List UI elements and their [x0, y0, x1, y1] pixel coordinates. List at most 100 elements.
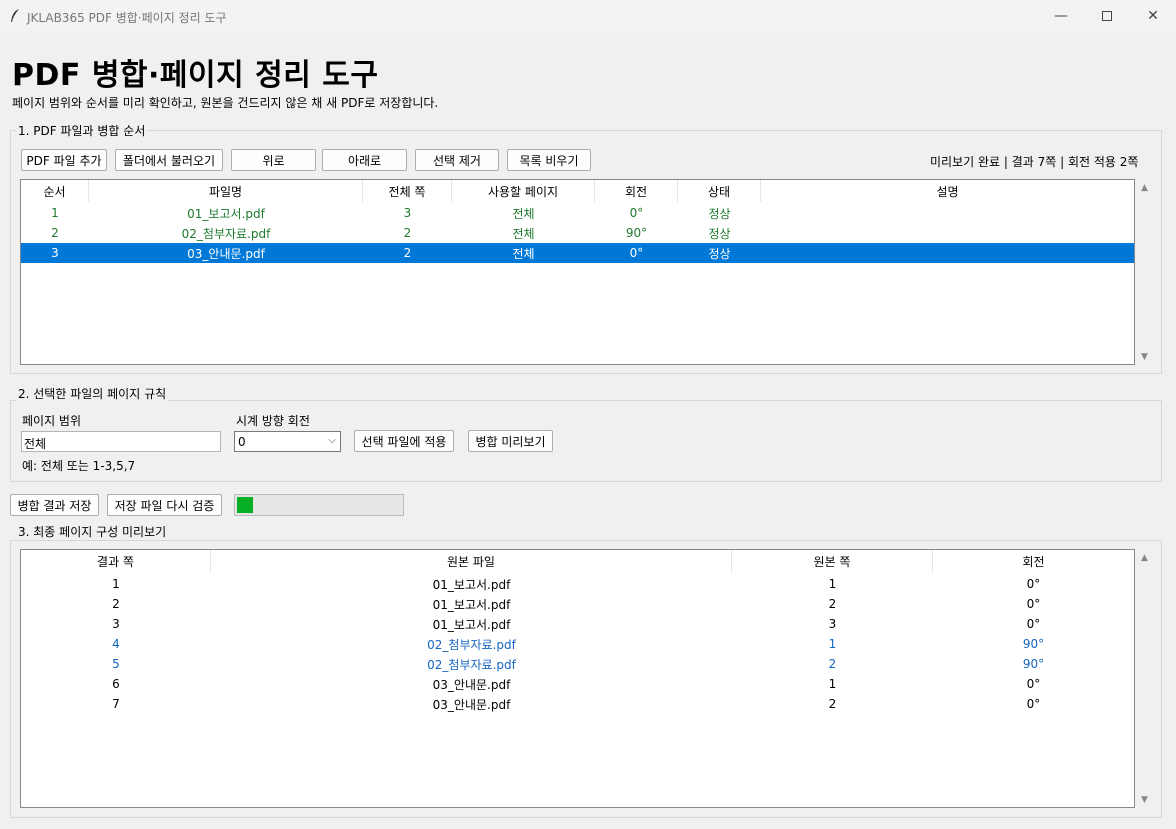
table-row[interactable]: 5 02_첨부자료.pdf 2 90° — [21, 654, 1134, 674]
table-row[interactable]: 1 01_보고서.pdf 3 전체 0° 정상 — [21, 203, 1134, 223]
maximize-button[interactable] — [1084, 0, 1130, 32]
cell-order: 3 — [51, 246, 59, 260]
table-row[interactable]: 2 02_첨부자료.pdf 2 전체 90° 정상 — [21, 223, 1134, 243]
move-up-button[interactable]: 위로 — [231, 149, 316, 171]
cell-rotation: 0° — [1026, 597, 1041, 611]
cell-order: 2 — [51, 226, 59, 240]
page-preview-list[interactable]: 결과 쪽 원본 파일 원본 쪽 회전 1 01_보고서.pdf 1 0° 2 01_보고서… — [20, 549, 1135, 808]
move-down-button[interactable]: 아래로 — [322, 149, 407, 171]
col-use-pages[interactable]: 사용할 페이지 — [452, 180, 595, 202]
cell-result-page: 7 — [112, 697, 120, 711]
file-list-header: 순서 파일명 전체 쪽 사용할 페이지 회전 상태 설명 — [21, 180, 1134, 202]
table-row[interactable]: 6 03_안내문.pdf 1 0° — [21, 674, 1134, 694]
cell-result-page: 4 — [112, 637, 120, 651]
chevron-down-icon[interactable]: ⌵ — [328, 435, 336, 446]
preview-list-scrollbar[interactable]: ▲ ▼ — [1136, 549, 1153, 808]
apply-selected-button[interactable]: 선택 파일에 적용 — [354, 430, 454, 452]
cell-source-page: 2 — [828, 657, 837, 671]
cell-rotation: 90° — [1022, 637, 1045, 651]
col-state[interactable]: 상태 — [678, 180, 761, 202]
scroll-down-icon[interactable]: ▼ — [1136, 348, 1153, 365]
cell-source-file: 02_첨부자료.pdf — [427, 657, 516, 672]
cell-result-page: 5 — [112, 657, 120, 671]
preview-list-header: 결과 쪽 원본 파일 원본 쪽 회전 — [21, 550, 1134, 572]
cell-state: 정상 — [708, 246, 731, 261]
page-range-hint: 예: 전체 또는 1-3,5,7 — [22, 459, 136, 473]
minimize-icon: — — [1054, 8, 1068, 24]
col-rotation[interactable]: 회전 — [933, 550, 1134, 572]
cell-source-file: 03_안내문.pdf — [432, 697, 511, 712]
cell-result-page: 6 — [112, 677, 120, 691]
scroll-up-icon[interactable]: ▲ — [1136, 179, 1153, 196]
close-icon: ✕ — [1147, 8, 1159, 24]
file-list-scrollbar[interactable]: ▲ ▼ — [1136, 179, 1153, 365]
section2-label: 2. 선택한 파일의 페이지 규칙 — [16, 385, 169, 402]
cell-rotation: 0° — [1026, 677, 1041, 691]
table-row[interactable]: 3 01_보고서.pdf 3 0° — [21, 614, 1134, 634]
cell-total: 2 — [403, 246, 412, 260]
rotation-label: 시계 방향 회전 — [236, 414, 310, 428]
page-range-label: 페이지 범위 — [22, 414, 82, 428]
cell-source-page: 3 — [828, 617, 837, 631]
cell-source-page: 1 — [828, 637, 837, 651]
section3-label: 3. 최종 페이지 구성 미리보기 — [16, 523, 169, 540]
table-row-selected[interactable]: 3 03_안내문.pdf 2 전체 0° 정상 — [21, 243, 1134, 263]
save-merge-button[interactable]: 병합 결과 저장 — [10, 494, 99, 516]
cell-pages: 전체 — [512, 226, 535, 241]
cell-result-page: 3 — [112, 617, 120, 631]
preview-status: 미리보기 완료 | 결과 7쪽 | 회전 적용 2쪽 — [930, 155, 1139, 169]
feather-icon — [11, 9, 19, 22]
cell-result-page: 1 — [112, 577, 120, 591]
rotation-select[interactable]: 0 ⌵ — [234, 431, 341, 452]
verify-file-button[interactable]: 저장 파일 다시 검증 — [107, 494, 222, 516]
cell-filename: 02_첨부자료.pdf — [181, 226, 271, 241]
window-title: JKLAB365 PDF 병합·페이지 정리 도구 — [27, 11, 227, 25]
scroll-up-icon[interactable]: ▲ — [1136, 549, 1153, 566]
cell-rotation: 90° — [625, 226, 648, 240]
cell-rotation: 0° — [1026, 697, 1041, 711]
file-list[interactable]: 순서 파일명 전체 쪽 사용할 페이지 회전 상태 설명 1 01_보고서.pd… — [20, 179, 1135, 365]
load-folder-button[interactable]: 폴더에서 불러오기 — [115, 149, 223, 171]
cell-rotation: 0° — [629, 246, 644, 260]
table-row[interactable]: 2 01_보고서.pdf 2 0° — [21, 594, 1134, 614]
col-result-page[interactable]: 결과 쪽 — [21, 550, 211, 572]
cell-state: 정상 — [708, 226, 731, 241]
cell-state: 정상 — [708, 206, 731, 221]
cell-source-page: 2 — [828, 697, 837, 711]
col-order[interactable]: 순서 — [21, 180, 89, 202]
cell-total: 3 — [403, 206, 412, 220]
col-filename[interactable]: 파일명 — [89, 180, 363, 202]
table-row[interactable]: 4 02_첨부자료.pdf 1 90° — [21, 634, 1134, 654]
title-bar: JKLAB365 PDF 병합·페이지 정리 도구 — ✕ — [0, 0, 1176, 32]
page-subtitle: 페이지 범위와 순서를 미리 확인하고, 원본을 건드리지 않은 채 새 PDF… — [12, 96, 439, 110]
cell-source-file: 01_보고서.pdf — [432, 597, 511, 612]
cell-source-file: 03_안내문.pdf — [432, 677, 511, 692]
clear-list-button[interactable]: 목록 비우기 — [507, 149, 591, 171]
rotation-value: 0 — [238, 434, 246, 449]
progress-fill — [237, 497, 253, 513]
col-total-pages[interactable]: 전체 쪽 — [363, 180, 452, 202]
cell-note — [761, 223, 1134, 243]
cell-source-file: 01_보고서.pdf — [432, 617, 511, 632]
col-source-page[interactable]: 원본 쪽 — [732, 550, 933, 572]
col-rotation[interactable]: 회전 — [595, 180, 678, 202]
cell-order: 1 — [51, 206, 59, 220]
minimize-button[interactable]: — — [1038, 0, 1084, 32]
close-button[interactable]: ✕ — [1130, 0, 1176, 32]
cell-rotation: 90° — [1022, 657, 1045, 671]
add-pdf-button[interactable]: PDF 파일 추가 — [21, 149, 107, 171]
scroll-down-icon[interactable]: ▼ — [1136, 791, 1153, 808]
col-source-file[interactable]: 원본 파일 — [211, 550, 732, 572]
merge-preview-button[interactable]: 병합 미리보기 — [468, 430, 553, 452]
cell-source-file: 01_보고서.pdf — [432, 577, 511, 592]
cell-filename: 03_안내문.pdf — [187, 246, 265, 261]
page-range-value: 전체 — [24, 437, 47, 451]
table-row[interactable]: 1 01_보고서.pdf 1 0° — [21, 574, 1134, 594]
col-note[interactable]: 설명 — [761, 180, 1134, 202]
table-row[interactable]: 7 03_안내문.pdf 2 0° — [21, 694, 1134, 714]
remove-selected-button[interactable]: 선택 제거 — [415, 149, 499, 171]
cell-rotation: 0° — [1026, 577, 1041, 591]
page-range-input[interactable]: 전체 — [21, 431, 221, 452]
maximize-icon — [1102, 11, 1112, 21]
cell-pages: 전체 — [512, 246, 535, 261]
